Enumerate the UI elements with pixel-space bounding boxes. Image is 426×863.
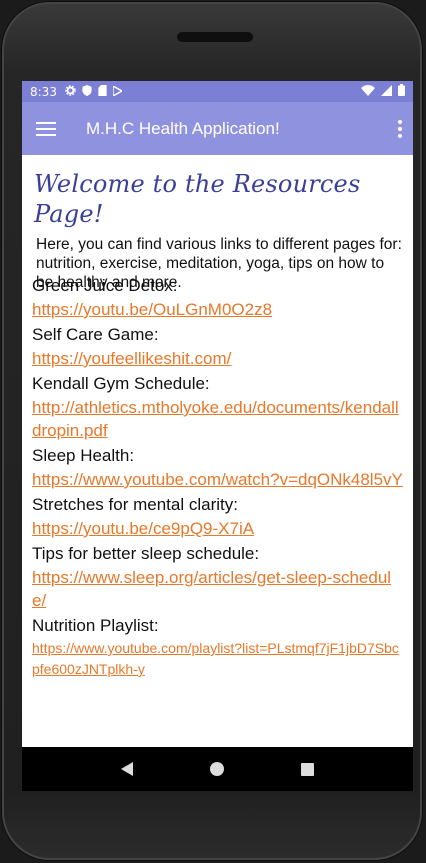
signal-icon <box>381 84 392 99</box>
resource-label-sleep-health: Sleep Health: <box>32 446 135 465</box>
resource-label-stretches: Stretches for mental clarity: <box>32 495 238 514</box>
status-bar: 8:33 <box>22 81 413 102</box>
recents-square-icon[interactable] <box>301 762 315 776</box>
resource-link-green-juice[interactable]: https://youtu.be/OuLGnM0O2z8 <box>32 298 405 321</box>
speaker-grille <box>177 32 253 42</box>
navigation-bar <box>22 747 413 791</box>
page-title: Welcome to the Resources Page! <box>34 170 361 228</box>
shield-icon <box>82 84 92 99</box>
content-area: Welcome to the Resources Page! Here, you… <box>22 155 413 292</box>
resource-label-self-care: Self Care Game: <box>32 325 159 344</box>
resource-label-gym-schedule: Kendall Gym Schedule: <box>32 374 210 393</box>
settings-icon <box>65 84 76 99</box>
sd-card-icon <box>98 84 107 99</box>
play-store-icon <box>112 84 124 99</box>
resource-link-sleep-health[interactable]: https://www.youtube.com/watch?v=dqONk48l… <box>32 468 405 491</box>
hamburger-menu-icon[interactable] <box>36 121 56 136</box>
app-title: M.H.C Health Application! <box>86 118 280 138</box>
resource-link-sleep-schedule[interactable]: https://www.sleep.org/articles/get-sleep… <box>32 566 405 612</box>
app-bar: M.H.C Health Application! <box>22 102 413 155</box>
back-triangle-icon[interactable] <box>120 762 133 776</box>
resource-list: Green Juice Detox: https://youtu.be/OuLG… <box>32 274 405 682</box>
resource-link-self-care[interactable]: https://youfeellikeshit.com/ <box>32 347 405 370</box>
home-circle-icon[interactable] <box>209 762 224 776</box>
resource-link-gym-schedule[interactable]: http://athletics.mtholyoke.edu/documents… <box>32 396 405 442</box>
resource-label-green-juice: Green Juice Detox: <box>32 276 178 295</box>
status-time: 8:33 <box>30 84 57 99</box>
resource-link-stretches[interactable]: https://youtu.be/ce9pQ9-X7iA <box>32 517 405 540</box>
resource-label-nutrition: Nutrition Playlist: <box>32 616 159 635</box>
resource-label-sleep-schedule: Tips for better sleep schedule: <box>32 544 260 563</box>
wifi-icon <box>361 84 375 99</box>
battery-icon <box>398 84 405 99</box>
screen: 8:33 M.H.C Health Application! Welcome t… <box>22 81 413 791</box>
more-vert-icon[interactable] <box>397 119 403 138</box>
phone-frame: 8:33 M.H.C Health Application! Welcome t… <box>2 2 422 860</box>
resource-link-nutrition[interactable]: https://www.youtube.com/playlist?list=PL… <box>32 638 405 680</box>
